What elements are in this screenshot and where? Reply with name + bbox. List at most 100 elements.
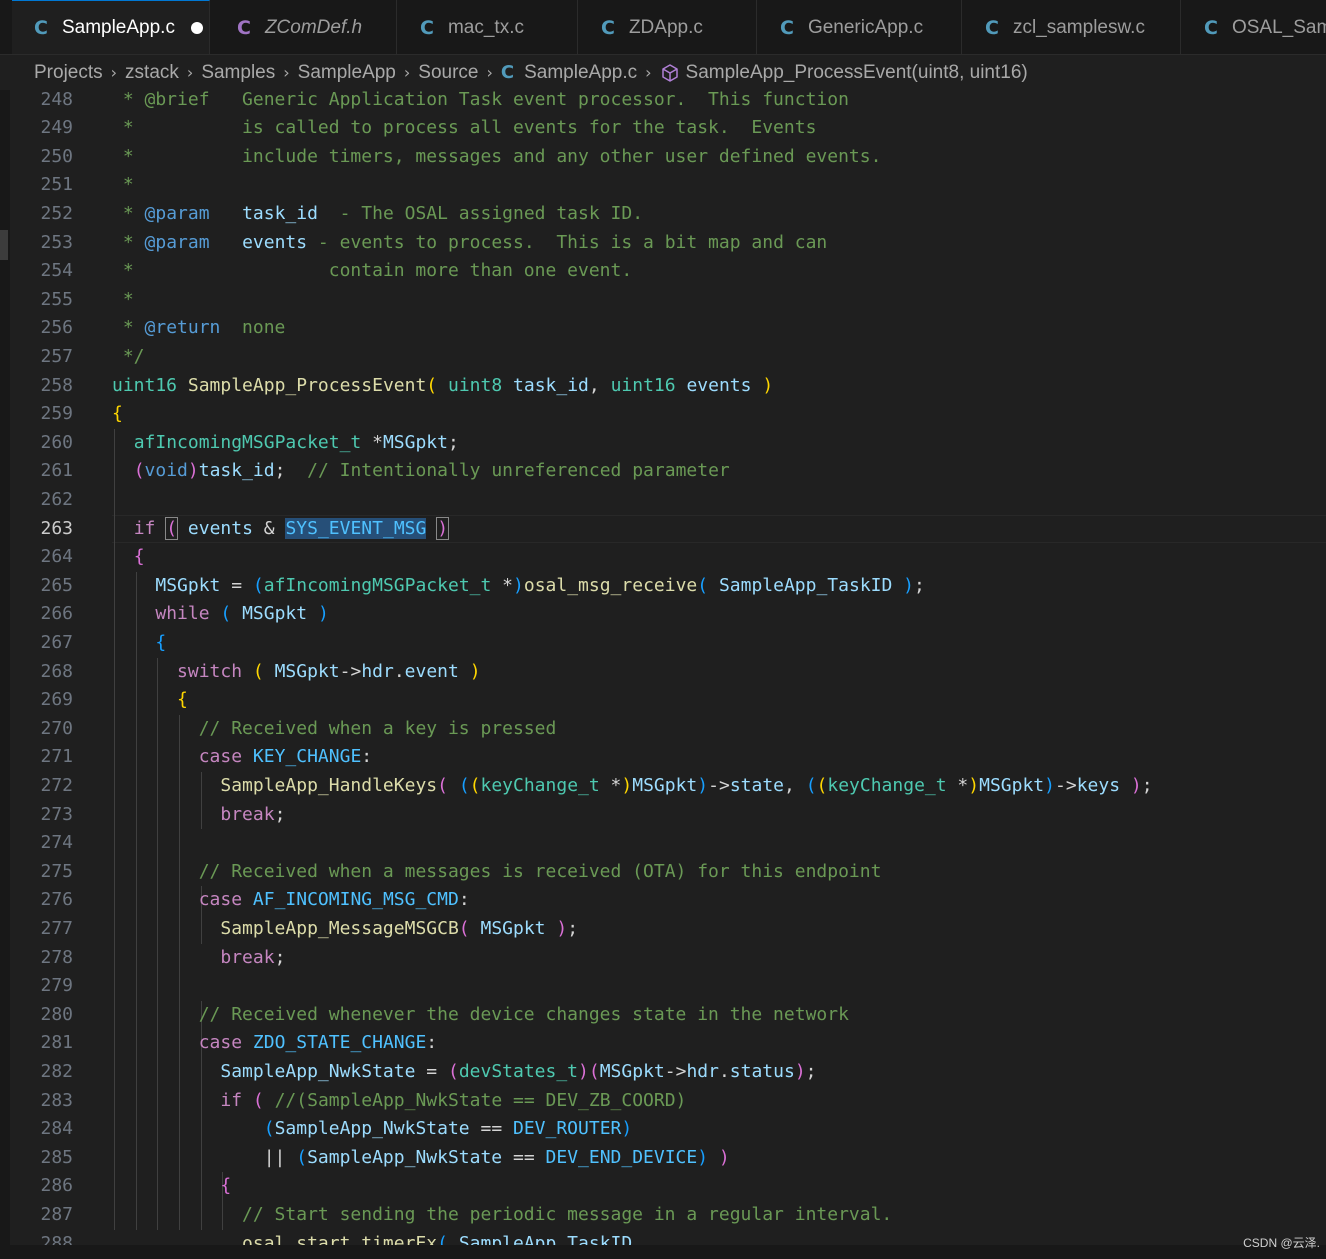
line-number[interactable]: 255 (0, 286, 73, 315)
line-number[interactable]: 253 (0, 229, 73, 258)
code-line[interactable]: 274 (0, 829, 1326, 858)
code-line[interactable]: 265 MSGpkt = (afIncomingMSGPacket_t *)os… (0, 571, 1326, 601)
breadcrumb-file[interactable]: SampleApp.c (524, 62, 637, 84)
code-text[interactable]: MSGpkt = (afIncomingMSGPacket_t *)osal_m… (112, 572, 925, 601)
tab-zcomdef-h[interactable]: C ZComDef.h (215, 0, 397, 54)
line-number[interactable]: 270 (0, 715, 73, 744)
line-number[interactable]: 278 (0, 944, 73, 973)
code-text[interactable]: { (112, 543, 145, 572)
code-line[interactable]: 287 // Start sending the periodic messag… (0, 1201, 1326, 1230)
code-line[interactable]: 271 case KEY_CHANGE: (0, 743, 1326, 772)
code-text[interactable]: { (112, 400, 123, 429)
line-number[interactable]: 272 (0, 772, 73, 801)
code-text[interactable]: * include timers, messages and any other… (112, 143, 882, 172)
tab-genericapp-c[interactable]: C GenericApp.c (758, 0, 962, 54)
line-number[interactable]: 266 (0, 600, 73, 629)
line-number[interactable]: 257 (0, 343, 73, 372)
line-number[interactable]: 280 (0, 1001, 73, 1030)
line-number[interactable]: 254 (0, 257, 73, 286)
line-number[interactable]: 284 (0, 1115, 73, 1144)
code-text[interactable]: SampleApp_NwkState = (devStates_t)(MSGpk… (112, 1058, 816, 1087)
line-number[interactable]: 282 (0, 1058, 73, 1087)
code-line[interactable]: 288 osal_start_timerEx( SampleApp_TaskID… (0, 1230, 1326, 1245)
line-number[interactable]: 277 (0, 915, 73, 944)
line-number[interactable]: 288 (0, 1230, 73, 1245)
code-text[interactable]: osal_start_timerEx( SampleApp_TaskID, (112, 1230, 643, 1245)
code-text[interactable]: if ( //(SampleApp_NwkState == DEV_ZB_COO… (112, 1087, 686, 1116)
code-text[interactable]: { (112, 629, 166, 658)
code-text[interactable]: case KEY_CHANGE: (112, 743, 372, 772)
code-line[interactable]: 285 || (SampleApp_NwkState == DEV_END_DE… (0, 1143, 1326, 1173)
code-text[interactable]: uint16 SampleApp_ProcessEvent( uint8 tas… (112, 372, 773, 401)
line-number[interactable]: 259 (0, 400, 73, 429)
unsaved-dot-icon[interactable] (190, 22, 203, 34)
code-text[interactable]: * @param events - events to process. Thi… (112, 229, 827, 258)
breadcrumb-zstack[interactable]: zstack (125, 62, 179, 84)
line-number[interactable]: 274 (0, 829, 73, 858)
breadcrumb-samples[interactable]: Samples (201, 62, 275, 84)
code-line[interactable]: 253 * @param events - events to process.… (0, 229, 1326, 258)
line-number[interactable]: 286 (0, 1172, 73, 1201)
line-number[interactable]: 273 (0, 801, 73, 830)
code-line[interactable]: 258 uint16 SampleApp_ProcessEvent( uint8 … (0, 372, 1326, 401)
code-line[interactable]: 272 SampleApp_HandleKeys( ((keyChange_t … (0, 772, 1326, 801)
code-text[interactable]: SampleApp_HandleKeys( ((keyChange_t *)MS… (112, 772, 1152, 801)
line-number[interactable]: 269 (0, 686, 73, 715)
line-number[interactable]: 268 (0, 658, 73, 687)
code-line[interactable]: 261 (void)task_id; // Intentionally unre… (0, 457, 1326, 486)
code-line[interactable]: 256 * @return none (0, 314, 1326, 343)
code-line[interactable]: 250 * include timers, messages and any o… (0, 143, 1326, 172)
code-text[interactable]: || (SampleApp_NwkState == DEV_END_DEVICE… (112, 1144, 730, 1173)
tab-sampleapp-c[interactable]: C SampleApp.c (12, 0, 210, 54)
code-line[interactable]: 266 while ( MSGpkt ) (0, 600, 1326, 629)
code-text[interactable]: * @brief Generic Application Task event … (112, 90, 849, 114)
code-line[interactable]: 263 if ( events & SYS_EVENT_MSG ) (0, 514, 1326, 544)
line-number[interactable]: 283 (0, 1087, 73, 1116)
line-number[interactable]: 250 (0, 143, 73, 172)
code-line[interactable]: 283 if ( //(SampleApp_NwkState == DEV_ZB… (0, 1086, 1326, 1116)
code-text[interactable]: * @return none (112, 314, 286, 343)
code-line[interactable]: 260 afIncomingMSGPacket_t *MSGpkt; (0, 428, 1326, 458)
code-text[interactable]: afIncomingMSGPacket_t *MSGpkt; (112, 429, 459, 458)
code-line[interactable]: 252 * @param task_id - The OSAL assigned… (0, 200, 1326, 229)
line-number[interactable]: 287 (0, 1201, 73, 1230)
code-text[interactable]: * (112, 286, 134, 315)
line-number[interactable]: 267 (0, 629, 73, 658)
code-text[interactable]: * @param task_id - The OSAL assigned tas… (112, 200, 643, 229)
line-number[interactable]: 262 (0, 486, 73, 515)
line-number[interactable]: 271 (0, 743, 73, 772)
code-text[interactable]: // Received when a key is pressed (112, 715, 557, 744)
line-number[interactable]: 256 (0, 314, 73, 343)
breadcrumb-projects[interactable]: Projects (34, 62, 103, 84)
line-number[interactable]: 260 (0, 429, 73, 458)
code-line[interactable]: 268 switch ( MSGpkt->hdr.event ) (0, 657, 1326, 687)
breadcrumb-symbol[interactable]: SampleApp_ProcessEvent(uint8, uint16) (686, 62, 1028, 84)
line-number[interactable]: 285 (0, 1144, 73, 1173)
code-line[interactable]: 275 // Received when a messages is recei… (0, 857, 1326, 887)
tab-zdapp-c[interactable]: C ZDApp.c (579, 0, 757, 54)
code-line[interactable]: 255 * (0, 286, 1326, 315)
code-line[interactable]: 273 break; (0, 800, 1326, 830)
code-text[interactable]: */ (112, 343, 145, 372)
code-text[interactable]: SampleApp_MessageMSGCB( MSGpkt ); (112, 915, 578, 944)
code-text[interactable]: switch ( MSGpkt->hdr.event ) (112, 658, 481, 687)
line-number[interactable]: 279 (0, 972, 73, 1001)
code-text[interactable]: // Received whenever the device changes … (112, 1001, 849, 1030)
tab-osal-sampleapp-c[interactable]: C OSAL_Samp (1182, 0, 1326, 54)
code-line[interactable]: 284 (SampleApp_NwkState == DEV_ROUTER) (0, 1115, 1326, 1144)
line-number[interactable]: 261 (0, 457, 73, 486)
breadcrumb-sampleapp[interactable]: SampleApp (298, 62, 396, 84)
code-line[interactable]: 279 (0, 972, 1326, 1001)
code-text[interactable]: break; (112, 944, 285, 973)
line-number[interactable]: 258 (0, 372, 73, 401)
line-number[interactable]: 264 (0, 543, 73, 572)
code-text[interactable]: if ( events & SYS_EVENT_MSG ) (112, 515, 450, 544)
line-number[interactable]: 249 (0, 114, 73, 143)
code-text[interactable]: * contain more than one event. (112, 257, 632, 286)
tab-zcl-samplesw-c[interactable]: C zcl_samplesw.c (963, 0, 1181, 54)
code-editor[interactable]: 248 * @brief Generic Application Task ev… (0, 90, 1326, 1245)
code-text[interactable]: { (112, 1172, 231, 1201)
code-text[interactable]: // Received when a messages is received … (112, 858, 882, 887)
code-line[interactable]: 267 { (0, 629, 1326, 658)
code-line[interactable]: 254 * contain more than one event. (0, 257, 1326, 286)
